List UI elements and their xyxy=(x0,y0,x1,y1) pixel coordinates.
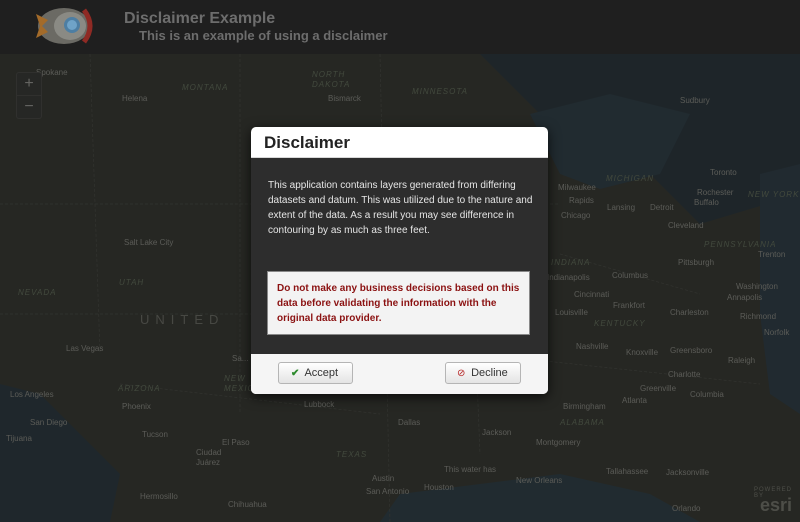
disclaimer-text: This application contains layers generat… xyxy=(268,180,533,236)
accept-label: Accept xyxy=(304,367,339,379)
warning-box: Do not make any business decisions based… xyxy=(267,271,530,335)
warning-text: Do not make any business decisions based… xyxy=(277,283,520,324)
ban-icon: ⊘ xyxy=(457,368,466,379)
decline-label: Decline xyxy=(471,367,508,379)
accept-button[interactable]: ✔ Accept xyxy=(278,362,353,384)
app-subtitle: This is an example of using a disclaimer xyxy=(139,28,388,43)
app-header: Disclaimer Example This is an example of… xyxy=(0,0,800,54)
decline-button[interactable]: ⊘ Decline xyxy=(445,362,521,384)
dialog-header: Disclaimer xyxy=(251,127,548,158)
dialog-body: This application contains layers generat… xyxy=(251,158,548,354)
check-icon: ✔ xyxy=(291,368,300,379)
disclaimer-dialog: Disclaimer This application contains lay… xyxy=(251,127,548,394)
dialog-footer: ✔ Accept ⊘ Decline xyxy=(251,354,548,394)
dialog-title: Disclaimer xyxy=(264,133,350,152)
app-title: Disclaimer Example xyxy=(124,10,276,27)
rocket-logo-icon xyxy=(36,8,93,44)
